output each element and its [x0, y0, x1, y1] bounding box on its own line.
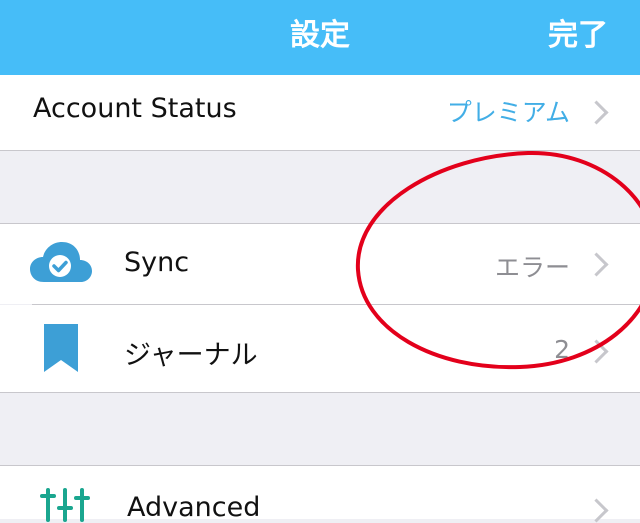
done-button[interactable]: 完了: [548, 10, 608, 54]
bookmark-icon: [44, 324, 78, 372]
nav-title: 設定: [290, 18, 350, 53]
account-status-row[interactable]: Account Status プレミアム: [0, 75, 640, 150]
divider: [0, 392, 640, 393]
sync-row[interactable]: Sync エラー: [0, 224, 640, 304]
account-status-label: Account Status: [33, 93, 237, 124]
journal-label: ジャーナル: [124, 340, 258, 371]
chevron-right-icon: [584, 339, 609, 364]
sync-status-value: エラー: [494, 253, 570, 282]
journal-count: 2: [554, 335, 570, 364]
divider: [0, 150, 640, 151]
chevron-right-icon: [584, 100, 609, 125]
account-status-value: プレミアム: [446, 98, 570, 127]
sliders-icon: [40, 488, 90, 522]
journal-row[interactable]: ジャーナル 2: [0, 305, 640, 392]
sync-label: Sync: [124, 247, 190, 278]
chevron-right-icon: [584, 252, 609, 277]
navigation-bar: 設定 完了: [0, 0, 640, 75]
advanced-label: Advanced: [127, 492, 261, 523]
cloud-check-icon: [30, 242, 92, 282]
advanced-row[interactable]: Advanced: [0, 466, 640, 523]
